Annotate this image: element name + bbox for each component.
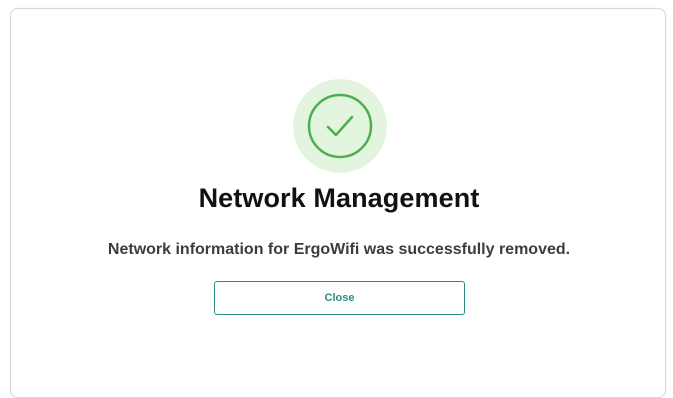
checkmark-circle-icon xyxy=(293,79,387,173)
success-dialog: Network Management Network information f… xyxy=(10,8,666,398)
close-button[interactable]: Close xyxy=(214,281,465,315)
dialog-title: Network Management xyxy=(198,183,480,213)
dialog-message: Network information for ErgoWifi was suc… xyxy=(107,241,571,258)
